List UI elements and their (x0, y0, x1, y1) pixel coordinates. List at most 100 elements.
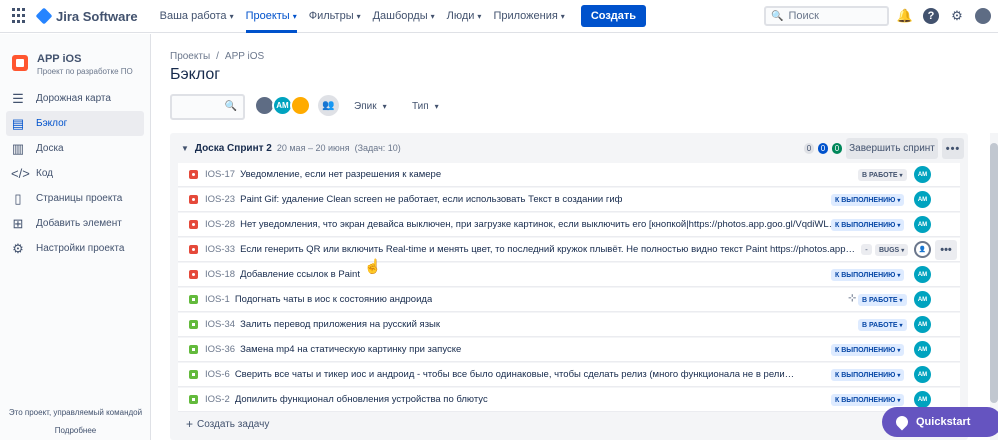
jira-logo[interactable]: Jira Software (35, 7, 138, 25)
search-input[interactable]: 🔍 Поиск (764, 6, 889, 26)
chevron-down-icon: ▾ (477, 11, 482, 21)
nav-your-work[interactable]: Ваша работа ▾ (154, 0, 240, 33)
nav-people[interactable]: Люди ▾ (441, 0, 488, 33)
breadcrumb-projects[interactable]: Проекты (170, 51, 210, 62)
sidebar-item-backlog[interactable]: ▤ Бэклог (6, 111, 144, 136)
status-badge[interactable]: К ВЫПОЛНЕНИЮ ▾ (831, 219, 905, 231)
assignee-avatar[interactable]: AM (914, 291, 931, 308)
status-badge[interactable]: В РАБОТЕ ▾ (858, 169, 907, 181)
status-badge[interactable]: К ВЫПОЛНЕНИЮ ▾ (831, 369, 905, 381)
type-filter[interactable]: Тип ▾ (412, 101, 439, 112)
status-badge[interactable]: В РАБОТЕ ▾ (858, 294, 907, 306)
create-button[interactable]: Создать (580, 5, 647, 27)
app-switcher-icon[interactable] (12, 8, 28, 24)
nav-filters[interactable]: Фильтры ▾ (303, 0, 367, 33)
issue-key[interactable]: IOS-34 (205, 319, 235, 330)
story-icon (189, 320, 198, 329)
assignee-avatar[interactable]: AM (914, 166, 931, 183)
assignee-avatar[interactable]: AM (914, 341, 931, 358)
sidebar-item-code[interactable]: </> Код (6, 161, 144, 186)
notifications-icon[interactable]: 🔔 (897, 8, 913, 24)
quickstart-button[interactable]: Quickstart (882, 407, 998, 437)
breadcrumb-project[interactable]: APP iOS (225, 51, 264, 62)
learn-more-link[interactable]: Подробнее (0, 426, 151, 435)
nav-apps[interactable]: Приложения ▾ (487, 0, 570, 33)
issue-row[interactable]: IOS-18 Добавление ссылок в Paint К ВЫПОЛ… (178, 263, 960, 287)
assignee-avatar[interactable]: AM (914, 391, 931, 408)
chevron-down-icon[interactable]: ▼ (181, 144, 189, 153)
status-badge[interactable]: К ВЫПОЛНЕНИЮ ▾ (831, 344, 905, 356)
issue-key[interactable]: IOS-33 (205, 244, 235, 255)
assignee-avatar[interactable]: AM (914, 266, 931, 283)
create-task-button[interactable]: + Создать задачу (186, 417, 269, 431)
sidebar-item-roadmap[interactable]: ☰ Дорожная карта (6, 86, 144, 111)
assignee-avatar[interactable]: AM (914, 316, 931, 333)
project-header[interactable]: APP iOS Проект по разработке ПО (0, 34, 150, 76)
nav-projects[interactable]: Проекты ▾ (240, 0, 303, 33)
chevron-down-icon: ▾ (356, 11, 361, 21)
issue-key[interactable]: IOS-28 (205, 219, 235, 230)
issue-row[interactable]: IOS-1 Подогнать чаты в иос к состоянию а… (178, 288, 960, 312)
status-badge[interactable]: К ВЫПОЛНЕНИЮ ▾ (831, 269, 905, 281)
issue-row[interactable]: IOS-6 Сверить все чаты и тикер иос и анд… (178, 363, 960, 387)
status-badge[interactable]: В РАБОТЕ ▾ (858, 319, 907, 331)
add-people-icon[interactable]: 👥 (318, 95, 339, 116)
nav-dashboards[interactable]: Дашборды ▾ (367, 0, 441, 33)
issue-key[interactable]: IOS-23 (205, 194, 235, 205)
issue-key[interactable]: IOS-2 (205, 394, 230, 405)
sidebar-item-pages[interactable]: ▯ Страницы проекта (6, 186, 144, 211)
status-label: К ВЫПОЛНЕНИЮ (835, 346, 896, 354)
scrollbar[interactable] (990, 133, 998, 440)
issue-key[interactable]: IOS-1 (205, 294, 230, 305)
backlog-search-input[interactable]: 🔍 (170, 94, 245, 120)
epic-filter[interactable]: Эпик ▾ (354, 101, 387, 112)
sidebar-item-label: Код (36, 168, 54, 179)
issue-summary: Если генерить QR или включить Real-time … (240, 244, 856, 255)
bug-icon (189, 220, 198, 229)
sidebar-item-add-element[interactable]: ⊞ Добавить элемент (6, 211, 144, 236)
chevron-down-icon: ▾ (229, 11, 234, 21)
roadmap-icon: ☰ (12, 90, 24, 106)
sidebar-item-label: Добавить элемент (36, 218, 122, 229)
finish-sprint-button[interactable]: Завершить спринт (846, 138, 938, 159)
status-badge[interactable]: К ВЫПОЛНЕНИЮ ▾ (831, 394, 905, 406)
profile-avatar[interactable] (975, 8, 991, 24)
sidebar-item-board[interactable]: ▥ Доска (6, 136, 144, 161)
story-icon (189, 395, 198, 404)
team-managed-note: Это проект, управляемый командой (8, 408, 143, 417)
sidebar-item-settings[interactable]: ⚙ Настройки проекта (6, 236, 144, 261)
issue-row[interactable]: IOS-2 Допилить функционал обновления уст… (178, 388, 960, 412)
unassigned-avatar-icon[interactable]: 👤 (914, 241, 931, 258)
sidebar-item-label: Страницы проекта (36, 193, 123, 204)
assignee-filter: AM (254, 95, 311, 116)
issue-key[interactable]: IOS-36 (205, 344, 235, 355)
issue-key[interactable]: IOS-17 (205, 169, 235, 180)
chevron-down-icon: ▾ (897, 397, 901, 404)
sidebar-item-label: Бэклог (36, 118, 68, 129)
sprint-more-button[interactable]: ••• (942, 138, 964, 159)
settings-gear-icon[interactable]: ⚙ (949, 8, 965, 24)
issue-row[interactable]: IOS-17 Уведомление, если нет разрешения … (178, 163, 960, 187)
chevron-down-icon: ▾ (897, 347, 901, 354)
breadcrumb: Проекты / APP iOS (170, 51, 264, 62)
status-badge[interactable]: К ВЫПОЛНЕНИЮ ▾ (831, 194, 905, 206)
issue-summary: Сверить все чаты и тикер иос и андроид -… (234, 369, 795, 380)
issue-row[interactable]: IOS-28 Нет уведомления, что экран девайс… (178, 213, 960, 237)
help-icon[interactable]: ? (923, 8, 939, 24)
issue-row[interactable]: IOS-36 Замена mp4 на статическую картинк… (178, 338, 960, 362)
nav-label: Люди (446, 10, 475, 22)
issue-key[interactable]: IOS-18 (205, 269, 235, 280)
issue-more-button[interactable]: ••• (935, 240, 957, 260)
issue-row[interactable]: IOS-34 Залить перевод приложения на русс… (178, 313, 960, 337)
issue-key[interactable]: IOS-6 (205, 369, 230, 380)
issue-row[interactable]: IOS-33 Если генерить QR или включить Rea… (178, 238, 960, 262)
scrollbar-thumb[interactable] (990, 143, 998, 403)
avatar[interactable] (290, 95, 311, 116)
issue-row[interactable]: IOS-23 Paint Gif: удаление Clean screen … (178, 188, 960, 212)
status-badge[interactable]: BUGS ▾ (875, 244, 909, 256)
assignee-avatar[interactable]: AM (914, 191, 931, 208)
assignee-avatar[interactable]: AM (914, 366, 931, 383)
chevron-down-icon: ▾ (897, 222, 901, 229)
assignee-avatar[interactable]: AM (914, 216, 931, 233)
settings-icon: ⚙ (12, 240, 24, 256)
